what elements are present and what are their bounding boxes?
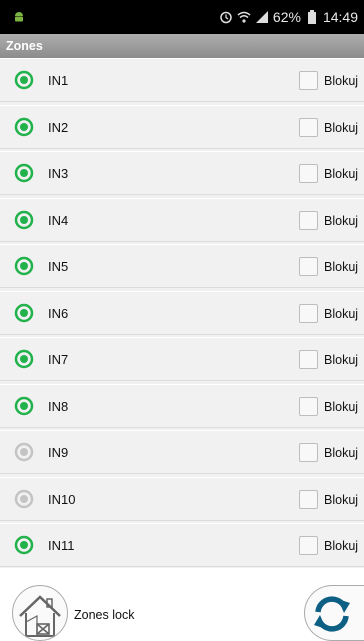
bottom-bar: Zones lock <box>0 568 364 641</box>
zone-row: IN3 Blokuj <box>0 151 364 195</box>
block-label: Blokuj <box>324 493 359 507</box>
block-label: Blokuj <box>324 353 359 367</box>
wifi-icon <box>237 11 251 23</box>
house-lock-icon <box>19 595 61 637</box>
zone-name: IN11 <box>48 538 75 553</box>
android-icon <box>15 12 23 22</box>
zone-row: IN6 Blokuj <box>0 291 364 335</box>
block-checkbox[interactable] <box>299 118 318 137</box>
block-checkbox[interactable] <box>299 257 318 276</box>
zone-name: IN1 <box>48 73 69 88</box>
page-title: Zones <box>6 39 43 53</box>
battery-icon <box>307 10 316 24</box>
zone-row: IN1 Blokuj <box>0 58 364 102</box>
title-bar: Zones <box>0 34 364 58</box>
radio-on-icon <box>14 396 34 416</box>
alarm-icon <box>220 11 232 24</box>
radio-off-icon <box>14 442 34 462</box>
zone-name: IN8 <box>48 399 69 414</box>
block-label: Blokuj <box>324 260 359 274</box>
zones-lock-button[interactable] <box>12 585 68 641</box>
block-label: Blokuj <box>324 446 359 460</box>
block-checkbox[interactable] <box>299 71 318 90</box>
zone-name: IN3 <box>48 166 69 181</box>
block-checkbox[interactable] <box>299 304 318 323</box>
battery-percent: 62% <box>272 9 301 25</box>
zone-row: IN7 Blokuj <box>0 337 364 381</box>
zone-name: IN5 <box>48 259 69 274</box>
zone-list: IN1 Blokuj IN2 Blokuj IN3 Blokuj IN4 Blokuj IN5 B… <box>0 58 364 568</box>
radio-on-icon <box>14 535 34 555</box>
block-checkbox[interactable] <box>299 164 318 183</box>
zone-name: IN4 <box>48 213 69 228</box>
block-label: Blokuj <box>324 400 359 414</box>
zone-row: IN8 Blokuj <box>0 384 364 428</box>
block-checkbox[interactable] <box>299 350 318 369</box>
block-label: Blokuj <box>324 121 359 135</box>
zones-lock-label: Zones lock <box>74 608 135 622</box>
zone-row: IN9 Blokuj <box>0 430 364 474</box>
zone-name: IN9 <box>48 445 69 460</box>
status-bar: 62% 14:49 <box>0 0 364 34</box>
refresh-icon <box>314 596 350 632</box>
signal-icon <box>255 11 268 23</box>
radio-off-icon <box>14 489 34 509</box>
zone-row: IN11 Blokuj <box>0 523 364 567</box>
radio-on-icon <box>14 303 34 323</box>
block-label: Blokuj <box>324 307 359 321</box>
zone-row: IN2 Blokuj <box>0 105 364 149</box>
zone-row: IN5 Blokuj <box>0 244 364 288</box>
refresh-button[interactable] <box>304 585 364 641</box>
block-label: Blokuj <box>324 539 359 553</box>
block-label: Blokuj <box>324 167 359 181</box>
radio-on-icon <box>14 70 34 90</box>
block-label: Blokuj <box>324 74 359 88</box>
zone-name: IN10 <box>48 492 76 507</box>
zone-name: IN6 <box>48 306 69 321</box>
block-label: Blokuj <box>324 214 359 228</box>
radio-on-icon <box>14 349 34 369</box>
block-checkbox[interactable] <box>299 397 318 416</box>
radio-on-icon <box>14 117 34 137</box>
radio-on-icon <box>14 210 34 230</box>
zone-name: IN7 <box>48 352 69 367</box>
zone-row: IN4 Blokuj <box>0 198 364 242</box>
block-checkbox[interactable] <box>299 536 318 555</box>
block-checkbox[interactable] <box>299 490 318 509</box>
radio-on-icon <box>14 163 34 183</box>
clock-time: 14:49 <box>322 9 358 25</box>
block-checkbox[interactable] <box>299 443 318 462</box>
radio-on-icon <box>14 256 34 276</box>
block-checkbox[interactable] <box>299 211 318 230</box>
zone-name: IN2 <box>48 120 69 135</box>
zone-row: IN10 Blokuj <box>0 477 364 521</box>
